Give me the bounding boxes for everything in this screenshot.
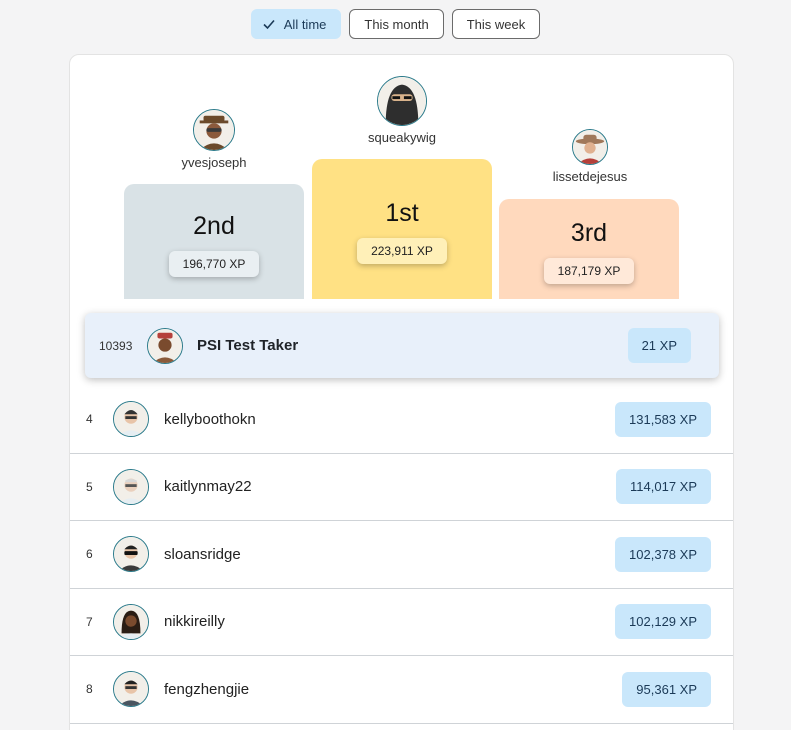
rank-number: 6 [86, 547, 93, 562]
check-icon [263, 19, 275, 30]
leaderboard-row[interactable]: 4 kellyboothokn 131,583 XP [70, 386, 733, 454]
username: PSI Test Taker [197, 337, 299, 354]
podium-first-user[interactable]: squeakywig [362, 76, 442, 145]
filter-label: This week [466, 16, 526, 32]
filter-this-week-button[interactable]: This week [451, 9, 541, 39]
podium-username: squeakywig [368, 130, 436, 145]
rank-number: 10393 [99, 338, 133, 353]
time-filter-bar: All time This month This week [0, 9, 791, 39]
xp-badge: 131,583 XP [615, 401, 711, 437]
username: kellyboothokn [164, 410, 256, 428]
xp-badge: 21 XP [627, 328, 691, 363]
avatar [572, 129, 608, 165]
leaderboard-row[interactable]: 7 nikkireilly 102,129 XP [70, 589, 733, 656]
xp-badge: 187,179 XP [543, 258, 635, 284]
username: sloansridge [164, 545, 241, 563]
podium-block-third: 3rd 187,179 XP [499, 199, 679, 299]
avatar [147, 327, 183, 364]
podium-third-user[interactable]: lissetdejesus [540, 129, 640, 184]
place-label: 2nd [193, 212, 235, 240]
rank-number: 5 [86, 479, 93, 494]
current-user-row[interactable]: 10393 PSI Test Taker 21 XP [85, 313, 719, 378]
filter-this-month-button[interactable]: This month [349, 9, 444, 39]
podium: yvesjoseph squeakywig lissetdejesus 2nd … [70, 55, 733, 299]
podium-block-first: 1st 223,911 XP [312, 159, 492, 299]
leaderboard-list: 4 kellyboothokn 131,583 XP 5 kaitlynmay2… [70, 386, 733, 724]
avatar [113, 401, 149, 438]
filter-label: This month [364, 16, 429, 32]
username: kaitlynmay22 [164, 478, 252, 496]
rank-number: 8 [86, 682, 93, 697]
leaderboard-row[interactable]: 5 kaitlynmay22 114,017 XP [70, 454, 733, 521]
xp-badge: 102,378 XP [615, 536, 711, 572]
avatar [113, 671, 149, 708]
username: fengzhengjie [164, 680, 250, 698]
leaderboard-row[interactable]: 6 sloansridge 102,378 XP [70, 521, 733, 589]
xp-badge: 102,129 XP [615, 604, 711, 640]
avatar [193, 109, 235, 151]
leaderboard-card: yvesjoseph squeakywig lissetdejesus 2nd … [69, 54, 734, 730]
podium-username: yvesjoseph [181, 155, 247, 170]
podium-block-second: 2nd 196,770 XP [124, 184, 304, 299]
avatar [113, 468, 149, 505]
rank-number: 7 [86, 614, 93, 629]
filter-label: All time [283, 16, 327, 32]
avatar [377, 76, 427, 126]
username: nikkireilly [164, 613, 225, 631]
xp-badge: 114,017 XP [616, 469, 711, 505]
podium-second-user[interactable]: yvesjoseph [174, 109, 254, 170]
avatar [113, 536, 149, 573]
place-label: 1st [385, 199, 419, 227]
leaderboard-row[interactable]: 8 fengzhengjie 95,361 XP [70, 656, 733, 724]
rank-number: 4 [86, 412, 93, 427]
xp-badge: 196,770 XP [168, 251, 260, 277]
filter-all-time-button[interactable]: All time [250, 9, 342, 39]
avatar [113, 603, 149, 640]
place-label: 3rd [570, 219, 608, 247]
xp-badge: 223,911 XP [357, 238, 447, 264]
podium-username: lissetdejesus [552, 169, 628, 184]
xp-badge: 95,361 XP [622, 671, 711, 707]
